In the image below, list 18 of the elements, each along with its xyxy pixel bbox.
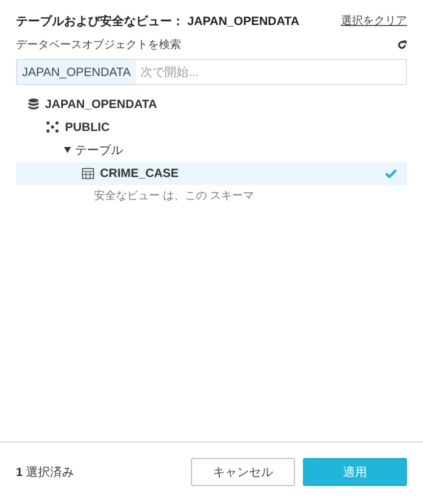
search-field[interactable]: JAPAN_OPENDATA 次で開始... xyxy=(16,58,407,84)
search-input[interactable]: 次で開始... xyxy=(136,60,406,84)
search-label: データベースオブジェクトを検索 xyxy=(16,38,181,53)
dialog-title: テーブルおよび安全なビュー： JAPAN_OPENDATA xyxy=(16,13,300,30)
table-icon xyxy=(82,168,94,178)
cancel-button[interactable]: キャンセル xyxy=(191,458,295,486)
database-icon xyxy=(28,98,39,110)
search-prefix: JAPAN_OPENDATA xyxy=(17,60,136,84)
refresh-icon[interactable] xyxy=(397,40,407,50)
tree-item[interactable]: CRIME_CASE xyxy=(100,164,179,182)
schema-note: 安全なビュー は、この スキーマ xyxy=(93,188,254,204)
caret-down-icon[interactable] xyxy=(64,147,71,153)
selection-count: 1 選択済み xyxy=(16,464,76,481)
tree-item[interactable]: PUBLIC xyxy=(65,118,110,136)
tree-item[interactable]: JAPAN_OPENDATA xyxy=(45,95,158,113)
clear-selection-link[interactable]: 選択をクリア xyxy=(341,12,407,30)
folder-label[interactable]: テーブル xyxy=(75,141,123,159)
nodes-icon xyxy=(46,121,59,133)
